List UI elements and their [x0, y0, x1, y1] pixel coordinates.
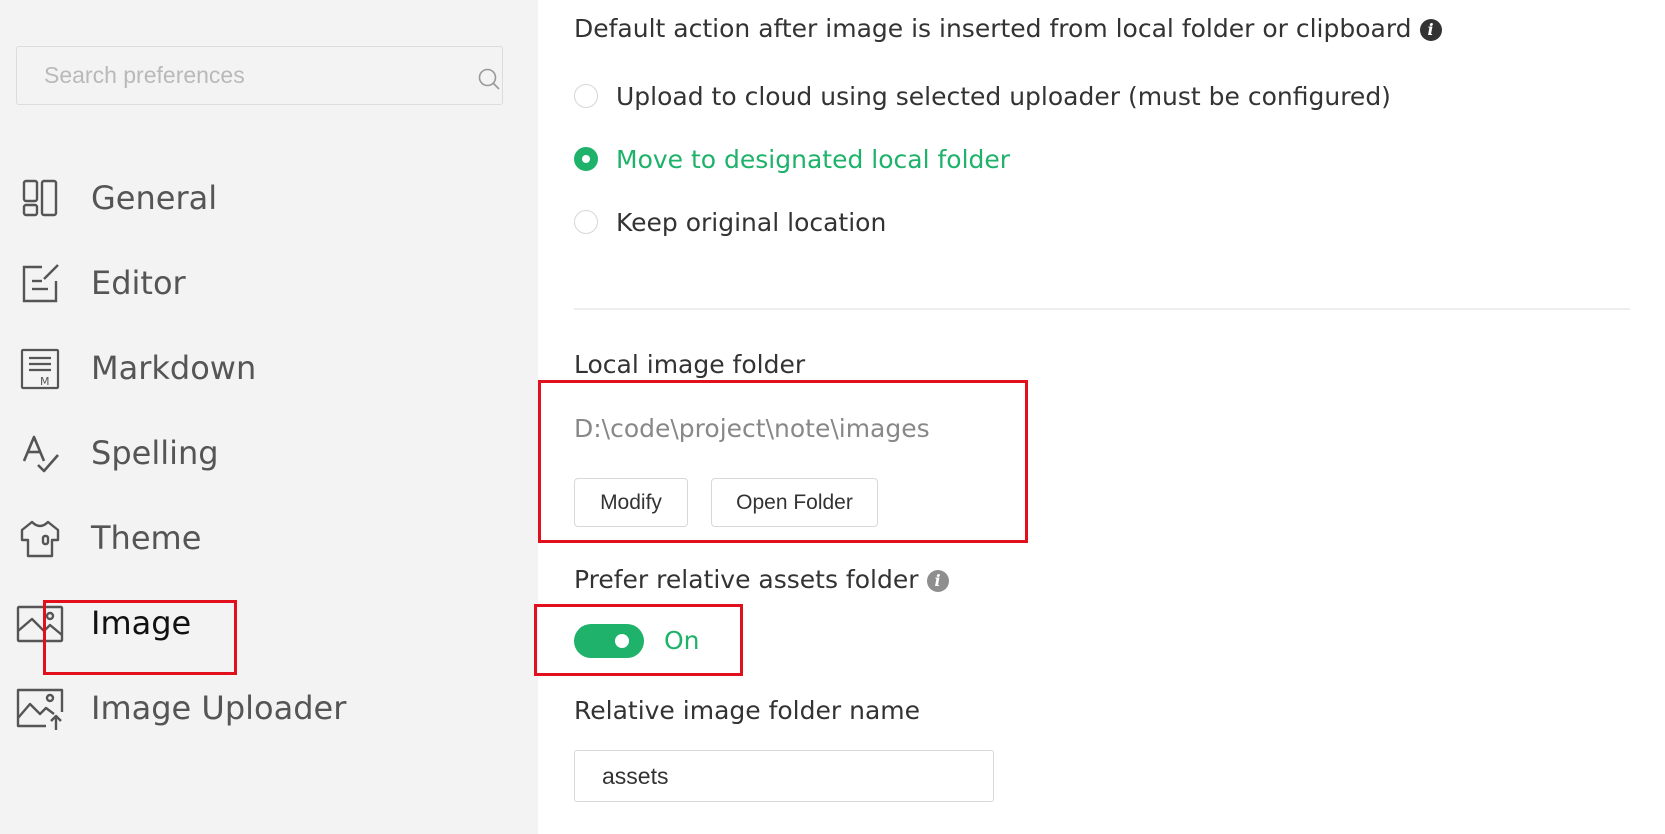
search-input[interactable]: [17, 47, 437, 104]
sidebar-item-general[interactable]: General: [0, 162, 538, 234]
search-icon[interactable]: [477, 67, 501, 91]
sidebar: General Editor M Markdown: [0, 0, 538, 834]
layout-icon: [16, 174, 64, 222]
markdown-doc-icon: M: [16, 344, 64, 392]
radio-label: Keep original location: [616, 207, 887, 237]
sidebar-item-theme[interactable]: Theme: [0, 502, 538, 574]
image-icon: [16, 599, 64, 647]
sidebar-item-label: Image Uploader: [91, 689, 347, 727]
prefer-relative-label: Prefer relative assets folder: [574, 565, 919, 594]
radio-upload-to-cloud[interactable]: Upload to cloud using selected uploader …: [574, 78, 1391, 114]
open-folder-button[interactable]: Open Folder: [711, 478, 878, 527]
relative-folder-name-label: Relative image folder name: [574, 696, 920, 725]
sidebar-item-markdown[interactable]: M Markdown: [0, 332, 538, 404]
sidebar-item-label: Markdown: [91, 349, 257, 387]
search-box: [16, 46, 503, 105]
sidebar-item-label: Editor: [91, 264, 186, 302]
info-icon[interactable]: i: [926, 570, 949, 592]
default-action-label: Default action after image is inserted f…: [574, 14, 1412, 43]
sidebar-item-label: Image: [91, 604, 192, 642]
section-divider: [574, 308, 1630, 310]
radio-label: Move to designated local folder: [616, 144, 1011, 174]
modify-button[interactable]: Modify: [574, 478, 688, 527]
prefer-relative-toggle[interactable]: [574, 624, 644, 658]
sidebar-item-label: Theme: [91, 519, 202, 557]
toggle-state-label: On: [664, 626, 700, 655]
preferences-content: Default action after image is inserted f…: [538, 0, 1665, 834]
svg-text:M: M: [40, 375, 50, 388]
shirt-icon: [16, 514, 64, 562]
sidebar-item-spelling[interactable]: Spelling: [0, 417, 538, 489]
spellcheck-icon: [16, 429, 64, 477]
radio-button[interactable]: [574, 84, 598, 108]
image-upload-icon: [16, 684, 64, 732]
radio-button[interactable]: [574, 147, 598, 171]
info-icon[interactable]: i: [1419, 19, 1442, 41]
default-action-heading: Default action after image is inserted f…: [574, 14, 1442, 43]
prefer-relative-heading: Prefer relative assets folder i: [574, 565, 949, 594]
edit-icon: [16, 259, 64, 307]
radio-keep-original-location[interactable]: Keep original location: [574, 204, 886, 240]
relative-folder-name-input[interactable]: [574, 750, 994, 802]
sidebar-item-label: General: [91, 179, 218, 217]
sidebar-item-editor[interactable]: Editor: [0, 247, 538, 319]
sidebar-item-image-uploader[interactable]: Image Uploader: [0, 672, 538, 744]
local-image-folder-label: Local image folder: [574, 350, 806, 379]
sidebar-item-label: Spelling: [91, 434, 219, 472]
local-folder-path: D:\code\project\note\images: [574, 414, 930, 443]
radio-move-to-local-folder[interactable]: Move to designated local folder: [574, 141, 1010, 177]
radio-button[interactable]: [574, 210, 598, 234]
sidebar-item-image[interactable]: Image: [0, 587, 538, 659]
radio-label: Upload to cloud using selected uploader …: [616, 81, 1391, 111]
